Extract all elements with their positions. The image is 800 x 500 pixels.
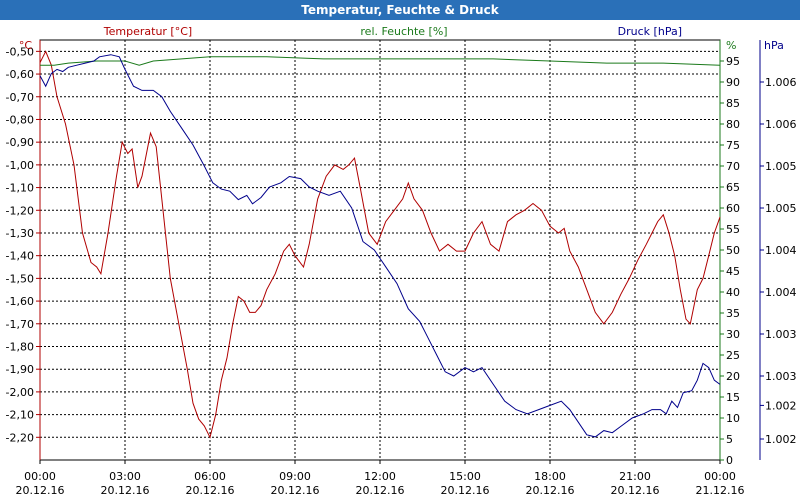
y-mid-unit-label: %	[726, 39, 736, 52]
y-left-tick-label: -2,20	[6, 431, 34, 444]
x-date-label: 20.12.16	[611, 484, 660, 497]
y-left-tick-label: -1,70	[6, 318, 34, 331]
y-right-tick-label: 1.002	[765, 399, 797, 412]
legend-humidity: rel. Feuchte [%]	[360, 25, 447, 38]
y-left-tick-label: -1,00	[6, 159, 34, 172]
y-mid-tick-label: 95	[726, 55, 740, 68]
x-date-label: 20.12.16	[441, 484, 490, 497]
y-mid-tick-label: 85	[726, 97, 740, 110]
y-left-tick-label: -2,00	[6, 386, 34, 399]
y-left-tick-label: -2,10	[6, 409, 34, 422]
x-time-label: 15:00	[449, 470, 481, 483]
chart: -0,50-0,60-0,70-0,80-0,90-1,00-1,10-1,20…	[6, 25, 797, 497]
y-left-tick-label: -0,90	[6, 136, 34, 149]
x-time-label: 21:00	[619, 470, 651, 483]
y-mid-tick-label: 75	[726, 139, 740, 152]
y-right-tick-label: 1.003	[765, 328, 797, 341]
x-time-label: 03:00	[109, 470, 141, 483]
y-left-tick-label: -1,30	[6, 227, 34, 240]
y-mid-tick-label: 20	[726, 370, 740, 383]
y-mid-tick-label: 80	[726, 118, 740, 131]
x-time-label: 06:00	[194, 470, 226, 483]
y-mid-tick-label: 35	[726, 307, 740, 320]
y-left-tick-label: -1,20	[6, 204, 34, 217]
x-date-label: 20.12.16	[186, 484, 235, 497]
y-mid-tick-label: 25	[726, 349, 740, 362]
x-date-label: 21.12.16	[696, 484, 745, 497]
y-mid-tick-label: 65	[726, 181, 740, 194]
y-right-tick-label: 1.006	[765, 118, 797, 131]
y-mid-tick-label: 60	[726, 202, 740, 215]
y-left-tick-label: -1,50	[6, 272, 34, 285]
x-time-label: 09:00	[279, 470, 311, 483]
x-date-label: 20.12.16	[16, 484, 65, 497]
y-left-tick-label: -0,60	[6, 68, 34, 81]
y-mid-tick-label: 90	[726, 76, 740, 89]
y-left-tick-label: -0,70	[6, 91, 34, 104]
x-time-label: 18:00	[534, 470, 566, 483]
y-mid-tick-label: 45	[726, 265, 740, 278]
y-mid-tick-label: 30	[726, 328, 740, 341]
y-mid-tick-label: 50	[726, 244, 740, 257]
y-left-tick-label: -1,90	[6, 363, 34, 376]
y-right-tick-label: 1.005	[765, 160, 797, 173]
y-right-tick-label: 1.003	[765, 370, 797, 383]
chart-window: Temperatur, Feuchte & Druck -0,50 -0,60 -0…	[0, 0, 800, 500]
y-mid-tick-label: 10	[726, 412, 740, 425]
y-mid-tick-label: 55	[726, 223, 740, 236]
y-left-tick-label: -1,80	[6, 340, 34, 353]
x-date-label: 20.12.16	[101, 484, 150, 497]
y-mid-tick-label: 40	[726, 286, 740, 299]
y-right-tick-label: 1.005	[765, 202, 797, 215]
y-mid-tick-label: 0	[726, 454, 733, 467]
y-left-tick-label: -1,10	[6, 182, 34, 195]
x-date-label: 20.12.16	[356, 484, 405, 497]
y-right-tick-label: 1.002	[765, 433, 797, 446]
y-right-tick-label: 1.004	[765, 244, 797, 257]
y-mid-tick-label: 15	[726, 391, 740, 404]
y-left-tick-label: -1,60	[6, 295, 34, 308]
x-time-label: 12:00	[364, 470, 396, 483]
y-left-tick-label: -1,40	[6, 250, 34, 263]
x-time-label: 00:00	[704, 470, 736, 483]
legend-temperature: Temperatur [°C]	[103, 25, 192, 38]
x-date-label: 20.12.16	[526, 484, 575, 497]
y-left-unit-label: °C	[19, 39, 33, 52]
y-right-unit-label: hPa	[764, 39, 784, 52]
y-left-tick-label: -0,80	[6, 113, 34, 126]
legend-pressure: Druck [hPa]	[618, 25, 682, 38]
y-right-tick-label: 1.006	[765, 76, 797, 89]
x-date-label: 20.12.16	[271, 484, 320, 497]
y-right-tick-label: 1.004	[765, 286, 797, 299]
y-mid-tick-label: 5	[726, 433, 733, 446]
x-time-label: 00:00	[24, 470, 56, 483]
y-mid-tick-label: 70	[726, 160, 740, 173]
